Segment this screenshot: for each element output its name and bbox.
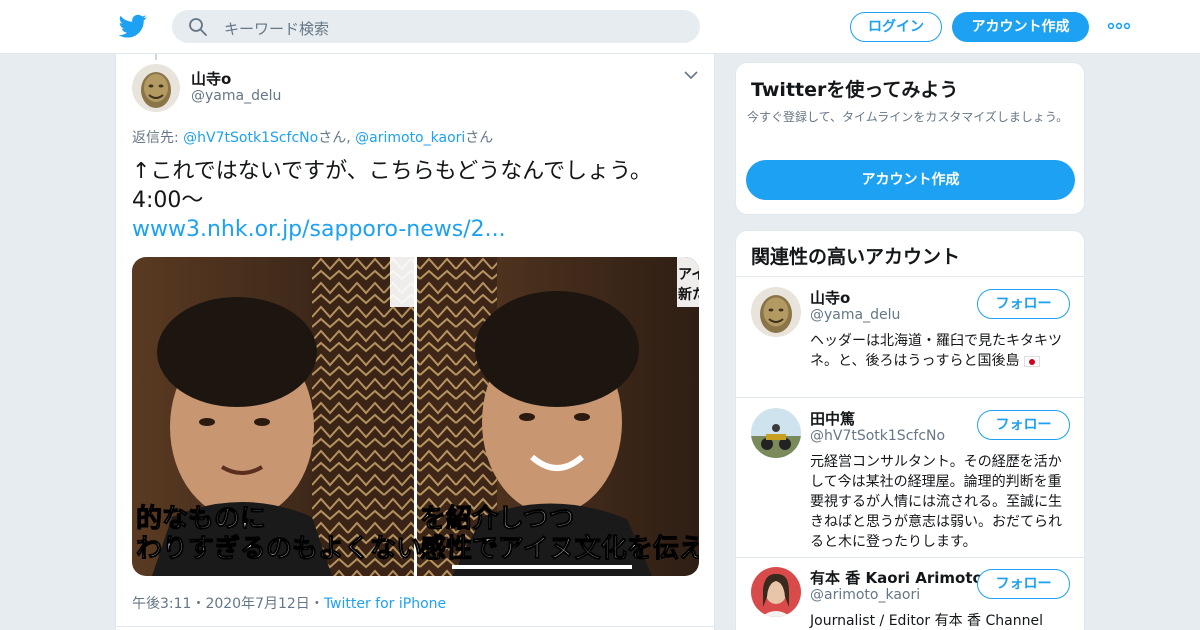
media-corner-text: アイ <box>678 267 699 283</box>
author-handle[interactable]: @yama_delu <box>191 88 281 104</box>
account-name[interactable]: 有本 香 Kaori Arimoto <box>810 567 983 588</box>
reply-separator: さん, <box>318 130 356 146</box>
tweet-meta: 午後3:11・2020年7月12日・Twitter for iPhone <box>132 593 446 613</box>
search-input[interactable]: キーワード検索 <box>224 18 329 39</box>
account-avatar[interactable] <box>751 567 801 617</box>
japan-flag-icon <box>1023 355 1040 367</box>
media-caption: を紹介しつつ <box>420 503 574 534</box>
signup-card-description: 今すぐ登録して、タイムラインをカスタマイズしましょう。 <box>747 110 1069 124</box>
account-name[interactable]: 山寺o <box>810 287 850 308</box>
login-button[interactable]: ログイン <box>850 12 942 42</box>
reply-to-line: 返信先: @hV7tSotk1ScfcNoさん, @arimoto_kaoriさ… <box>132 127 493 147</box>
create-account-button[interactable]: アカウント作成 <box>746 160 1075 200</box>
more-dots-icon[interactable] <box>1107 18 1131 34</box>
divider <box>736 276 1084 277</box>
thread-line <box>155 54 157 60</box>
media-caption: 感性でアイヌ文化を伝え <box>420 533 699 564</box>
account-avatar[interactable] <box>751 287 801 337</box>
divider <box>116 626 714 627</box>
tweet-text: ↑これではないですが、こちらもどうなんでしょう。 4:00〜 <box>132 157 712 215</box>
reply-user-link[interactable]: @hV7tSotk1ScfcNo <box>183 130 318 146</box>
media-caption: 的なものに <box>136 503 266 534</box>
meta-separator: ・ <box>191 596 206 612</box>
tweet-panel: 山寺o @yama_delu 返信先: @hV7tSotk1ScfcNoさん, … <box>115 54 715 630</box>
tweet-text-line: ↑これではないですが、こちらもどうなんでしょう。 <box>132 159 652 184</box>
related-accounts-card: 関連性の高いアカウント 山寺o @yama_delu フォロー ヘッダーは北海道… <box>735 230 1085 630</box>
follow-button[interactable]: フォロー <box>977 289 1070 319</box>
search-bar[interactable]: キーワード検索 <box>172 10 700 43</box>
follow-button[interactable]: フォロー <box>977 569 1070 599</box>
tweet-media-image[interactable]: 的なものに わりすぎるのもよくない を紹介しつつ 感性でアイヌ文化を伝え アイ … <box>132 257 699 576</box>
search-icon <box>189 18 207 36</box>
tweet-text-line: 4:00〜 <box>132 188 204 213</box>
account-bio: Journalist / Editor 有本 香 Channel <box>810 613 1043 629</box>
tweet-time[interactable]: 午後3:11 <box>132 596 191 612</box>
author-avatar[interactable] <box>132 64 180 112</box>
signup-button[interactable]: アカウント作成 <box>952 12 1089 42</box>
account-avatar[interactable] <box>751 408 801 458</box>
tweet-source-link[interactable]: Twitter for iPhone <box>324 596 446 612</box>
account-bio: ヘッダーは北海道・羅臼で見たキタキツネ。と、後ろはうっすらと国後島 <box>810 331 1072 371</box>
signup-card-heading: Twitterを使ってみよう <box>751 79 959 101</box>
twitter-bird-icon[interactable] <box>119 12 147 40</box>
account-bio: 元経営コンサルタント。その経歴を活かして今は某社の経理屋。論理的判断を重要視する… <box>810 454 1062 550</box>
signup-card: Twitterを使ってみよう 今すぐ登録して、タイムラインをカスタマイズしましょ… <box>735 62 1085 215</box>
top-bar: キーワード検索 ログイン アカウント作成 <box>0 0 1200 54</box>
related-accounts-heading: 関連性の高いアカウント <box>751 246 961 268</box>
media-caption: わりすぎるのもよくない <box>136 534 422 564</box>
tweet-url-link[interactable]: www3.nhk.or.jp/sapporo-news/2... <box>132 217 506 242</box>
meta-separator: ・ <box>309 596 324 612</box>
reply-suffix: さん <box>465 130 494 146</box>
account-handle[interactable]: @arimoto_kaori <box>810 587 920 603</box>
tweet-date[interactable]: 2020年7月12日 <box>205 596 309 612</box>
account-name[interactable]: 田中篤 <box>810 408 855 429</box>
divider <box>736 557 1084 558</box>
reply-user-link[interactable]: @arimoto_kaori <box>355 130 465 146</box>
media-corner-text: 新た <box>678 286 699 303</box>
chevron-down-icon[interactable] <box>684 70 698 80</box>
author-name[interactable]: 山寺o <box>191 68 231 89</box>
account-handle[interactable]: @hV7tSotk1ScfcNo <box>810 428 945 444</box>
reply-prefix: 返信先: <box>132 130 184 146</box>
follow-button[interactable]: フォロー <box>977 410 1070 440</box>
divider <box>736 397 1084 398</box>
account-handle[interactable]: @yama_delu <box>810 307 900 323</box>
